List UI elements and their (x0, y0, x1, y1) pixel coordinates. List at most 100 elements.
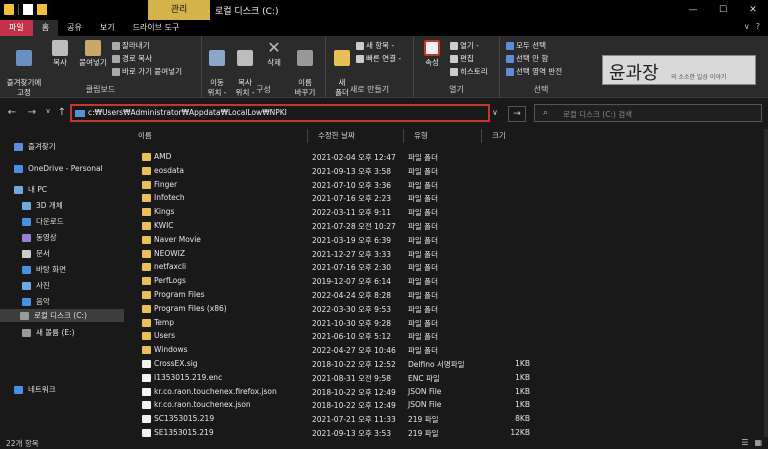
nav-network[interactable]: 네트워크 (14, 384, 56, 395)
file-name: I1353015.219.enc (154, 372, 223, 382)
file-row[interactable]: Infotech 2021-07-16 오후 2:23 파일 폴더 (136, 192, 566, 205)
forward-button[interactable]: → (26, 107, 38, 121)
nav-label: 음악 (36, 297, 50, 306)
tab-share[interactable]: 공유 (58, 20, 91, 36)
column-header-date[interactable]: 수정한 날짜 (308, 129, 404, 143)
recent-locations-button[interactable]: ∨ (42, 107, 54, 121)
column-header-name[interactable]: 이름 (128, 129, 308, 143)
file-row[interactable]: Program Files 2022-04-24 오후 8:28 파일 폴더 (136, 289, 566, 302)
manage-context-tab[interactable]: 관리 (148, 0, 210, 20)
up-button[interactable]: ↑ (56, 107, 68, 121)
nav-onedrive[interactable]: OneDrive - Personal (14, 164, 103, 173)
file-row[interactable]: Program Files (x86) 2022-03-30 오후 9:53 파일 … (136, 303, 566, 316)
file-row[interactable]: KWIC 2021-07-28 오전 10:27 파일 폴더 (136, 220, 566, 233)
back-button[interactable]: ← (6, 107, 18, 121)
file-row[interactable]: SC1353015.219 2021-07-21 오후 11:33 219 파일 8K… (136, 413, 566, 426)
file-name: SE1353015.219 (154, 428, 214, 437)
address-path: c:₩Users₩Administrator₩Appdata₩LocalLow₩… (88, 108, 287, 117)
details-view-icon[interactable]: ☰ (741, 438, 748, 447)
file-type: 파일 폴더 (408, 346, 438, 356)
nav-documents[interactable]: 문서 (22, 248, 50, 259)
nav-music[interactable]: 음악 (22, 296, 50, 307)
invert-selection-button[interactable]: 선택 영역 반전 (506, 66, 562, 77)
easy-access-button[interactable]: 빠른 연결 - (356, 53, 401, 64)
copy-path-button[interactable]: 경로 복사 (112, 53, 152, 64)
file-row[interactable]: Naver Movie 2021-03-19 오후 6:39 파일 폴더 (136, 234, 566, 247)
open-button[interactable]: 열기 - (450, 40, 479, 51)
file-row[interactable]: Kings 2022-03-11 오후 9:11 파일 폴더 (136, 206, 566, 219)
nav-videos[interactable]: 동영상 (22, 232, 57, 243)
file-date: 2021-07-16 오후 2:23 (312, 194, 391, 204)
select-none-button[interactable]: 선택 안 함 (506, 53, 548, 64)
move-icon (209, 50, 225, 66)
edit-icon (450, 54, 458, 63)
column-header-size[interactable]: 크기 (482, 129, 538, 143)
search-box[interactable]: ⌕ 로컬 디스크 (C:) 검색 (534, 104, 762, 122)
copy-button[interactable]: 복사 (48, 40, 72, 68)
nav-3d-objects[interactable]: 3D 개체 (22, 200, 63, 211)
edit-label: 편집 (460, 54, 474, 63)
large-icons-view-icon[interactable]: ▦ (754, 438, 762, 447)
nav-desktop[interactable]: 바탕 화면 (22, 264, 66, 275)
folder-icon (4, 4, 14, 15)
nav-this-pc[interactable]: 내 PC (14, 184, 47, 195)
maximize-button[interactable]: ☐ (708, 0, 738, 20)
nav-label: 로컬 디스크 (C:) (34, 311, 87, 320)
properties-icon[interactable] (23, 4, 33, 15)
open-group: 속성 열기 - 편집 히스토리 열기 (414, 36, 500, 98)
file-name: Windows (154, 345, 188, 355)
vertical-scrollbar[interactable] (764, 129, 768, 437)
file-date: 2021-07-28 오전 10:27 (312, 222, 396, 231)
help-icon[interactable]: ? (756, 22, 760, 31)
minimize-button[interactable]: — (678, 0, 708, 20)
new-folder-icon[interactable] (37, 4, 47, 15)
navigation-pane: 즐겨찾기 OneDrive - Personal 내 PC 3D 개체 다운로드… (0, 129, 128, 437)
file-row[interactable]: I1353015.219.enc 2021-08-31 오전 9:58 ENC 파일… (136, 372, 566, 385)
properties-label: 속성 (425, 58, 439, 67)
file-row[interactable]: Windows 2022-04-27 오후 10:46 파일 폴더 (136, 344, 566, 357)
file-row[interactable]: Finger 2021-07-10 오후 3:36 파일 폴더 (136, 179, 566, 192)
tab-drive-tools[interactable]: 드라이브 도구 (124, 20, 189, 36)
edit-button[interactable]: 편집 (450, 53, 474, 64)
file-row[interactable]: Temp 2021-10-30 오후 9:28 파일 폴더 (136, 317, 566, 330)
new-item-button[interactable]: 새 항목 - (356, 40, 394, 51)
file-row[interactable]: kr.co.raon.touchenex.firefox.json 2018-10… (136, 386, 566, 399)
paste-shortcut-button[interactable]: 바로 가기 붙여넣기 (112, 66, 182, 77)
file-row[interactable]: CrossEX.sig 2018-10-22 오후 12:52 Delfino 서명… (136, 358, 566, 371)
history-button[interactable]: 히스토리 (450, 66, 488, 77)
open-group-label: 열기 (449, 85, 464, 94)
tab-file[interactable]: 파일 (0, 20, 33, 36)
nav-pictures[interactable]: 사진 (22, 280, 50, 291)
nav-downloads[interactable]: 다운로드 (22, 216, 64, 227)
file-row[interactable]: Users 2021-06-10 오후 5:12 파일 폴더 (136, 330, 566, 343)
file-list: 이름 수정한 날짜 유형 크기 AMD 2021-02-04 오후 12:47 파일… (128, 129, 768, 438)
nav-new-volume[interactable]: 새 볼륨 (E:) (22, 327, 75, 338)
file-row[interactable]: NEOWIZ 2021-12-27 오후 3:33 파일 폴더 (136, 248, 566, 261)
file-date: 2021-08-31 오전 9:58 (312, 373, 391, 383)
collapse-ribbon-icon[interactable]: ∨ (744, 22, 750, 31)
title-bar: 관리 로컬 디스크 (C:) — ☐ ✕ (0, 0, 768, 20)
tab-home[interactable]: 홈 (32, 20, 59, 36)
file-date: 2018-10-22 오후 12:49 (312, 387, 396, 397)
paste-button[interactable]: 붙여넣기 (76, 40, 110, 68)
nav-quick-access[interactable]: 즐겨찾기 (14, 141, 56, 152)
tab-view[interactable]: 보기 (91, 20, 124, 36)
file-name: SC1353015.219 (154, 414, 215, 424)
close-button[interactable]: ✕ (738, 0, 768, 20)
file-row[interactable]: AMD 2021-02-04 오후 12:47 파일 폴더 (136, 151, 566, 164)
address-dropdown-button[interactable]: ∨ (492, 108, 498, 117)
file-row[interactable]: eosdata 2021-09-13 오후 3:58 파일 폴더 (136, 165, 566, 178)
select-all-button[interactable]: 모두 선택 (506, 40, 546, 51)
refresh-button[interactable]: → (508, 106, 526, 122)
delete-button[interactable]: ✕ 삭제 (262, 40, 286, 68)
properties-button[interactable]: 속성 (420, 40, 444, 68)
file-type: 파일 폴더 (408, 332, 438, 342)
file-row[interactable]: netfaxcli 2021-07-16 오후 2:30 파일 폴더 (136, 261, 566, 274)
separator (18, 4, 19, 15)
column-header-type[interactable]: 유형 (404, 129, 482, 143)
file-row[interactable]: PerfLogs 2019-12-07 오후 6:14 파일 폴더 (136, 275, 566, 288)
file-row[interactable]: kr.co.raon.touchenex.json 2018-10-22 오후 1… (136, 399, 566, 412)
nav-local-disk[interactable]: 로컬 디스크 (C:) (0, 309, 124, 322)
cut-button[interactable]: 잘라내기 (112, 40, 150, 51)
address-bar[interactable]: c:₩Users₩Administrator₩Appdata₩LocalLow₩… (70, 104, 490, 122)
